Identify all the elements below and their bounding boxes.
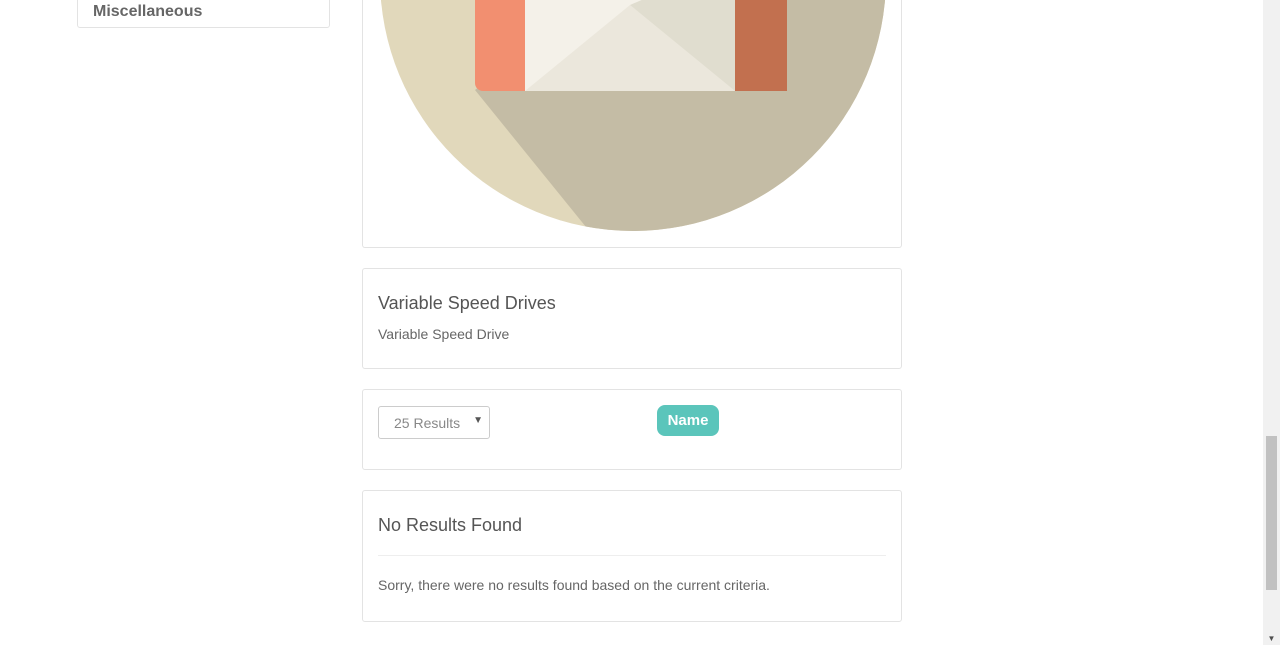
- category-description: Variable Speed Drive: [378, 326, 510, 342]
- results-per-page-select[interactable]: 25 Results ▼: [378, 406, 490, 439]
- category-info-panel: Variable Speed Drives Variable Speed Dri…: [362, 268, 902, 369]
- scroll-down-arrow-icon[interactable]: ▼: [1263, 634, 1280, 643]
- filter-panel: 25 Results ▼ Name: [362, 389, 902, 470]
- results-message: Sorry, there were no results found based…: [378, 577, 770, 593]
- category-image-panel: [362, 0, 902, 248]
- category-title: Variable Speed Drives: [378, 293, 556, 313]
- sidebar-item-miscellaneous[interactable]: Miscellaneous: [93, 1, 202, 23]
- envelope-icon: [381, 0, 886, 231]
- page-scrollbar[interactable]: ▼: [1263, 0, 1280, 645]
- scrollbar-thumb[interactable]: [1266, 436, 1277, 590]
- sort-by-name-button[interactable]: Name: [657, 405, 719, 436]
- divider: [378, 555, 886, 556]
- chevron-down-icon: ▼: [473, 415, 483, 426]
- results-panel: No Results Found Sorry, there were no re…: [362, 490, 902, 622]
- results-title: No Results Found: [378, 515, 523, 535]
- results-per-page-value: 25 Results: [394, 415, 461, 431]
- sidebar-category-box: Miscellaneous: [77, 0, 330, 28]
